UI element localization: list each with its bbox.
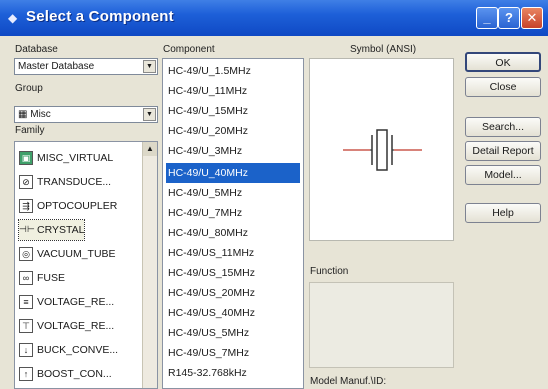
crystal-icon: ⊣⊢ <box>19 224 35 235</box>
window-title: Select a Component <box>26 8 174 25</box>
list-item[interactable]: HC-49/U_1.5MHz <box>166 61 300 81</box>
symbol-preview <box>309 58 454 241</box>
family-list[interactable]: ▣ MISC_VIRTUAL ⊘ TRANSDUCE... ⇶ OPTOCOUPLER… <box>14 141 158 389</box>
list-item-selected[interactable]: HC-49/U_40MHz <box>166 163 300 183</box>
select-component-dialog: ◆ Select a Component _ ? ✕ Database Mast… <box>0 0 548 389</box>
family-item[interactable]: ◎ VACUUM_TUBE <box>19 244 116 264</box>
search-button[interactable]: Search... <box>465 117 541 137</box>
list-item[interactable]: HC-49/U_5MHz <box>166 183 300 203</box>
family-item[interactable]: ≡ VOLTAGE_RE... <box>19 292 114 312</box>
list-item[interactable]: HC-49/U_7MHz <box>166 203 300 223</box>
misc-virtual-icon: ▣ <box>19 151 33 166</box>
crystal-symbol-icon <box>343 129 422 171</box>
family-item[interactable]: ∞ FUSE <box>19 268 65 288</box>
group-label: Group <box>15 83 43 94</box>
list-item[interactable]: HC-49/U_80MHz <box>166 223 300 243</box>
close-title-button[interactable]: ✕ <box>521 7 543 29</box>
detail-report-button[interactable]: Detail Report <box>465 141 541 161</box>
scroll-up-icon[interactable]: ▲ <box>143 142 157 156</box>
list-item[interactable]: R145-32.768kHz <box>166 363 300 383</box>
title-bar[interactable]: ◆ Select a Component _ ? ✕ <box>0 0 548 36</box>
database-label: Database <box>15 44 58 55</box>
help-button[interactable]: Help <box>465 203 541 223</box>
ok-button[interactable]: OK <box>465 52 541 72</box>
boost-converter-icon: ↑ <box>19 367 33 382</box>
model-button[interactable]: Model... <box>465 165 541 185</box>
family-item[interactable]: ↑ BOOST_CON... <box>19 364 112 384</box>
minimize-button[interactable]: _ <box>476 7 498 29</box>
list-item[interactable]: HC-49/US_40MHz <box>166 303 300 323</box>
optocoupler-icon: ⇶ <box>19 199 33 214</box>
family-item[interactable]: ⊤ VOLTAGE_RE... <box>19 316 114 336</box>
list-item[interactable]: HC-49/U_20MHz <box>166 121 300 141</box>
list-item[interactable]: HC-49/U_11MHz <box>166 81 300 101</box>
list-item[interactable]: HC-49/U_3MHz <box>166 141 300 161</box>
list-item[interactable]: HC-49/US_7MHz <box>166 343 300 363</box>
buck-converter-icon: ↓ <box>19 343 33 358</box>
model-manuf-label: Model Manuf.\ID: <box>310 376 387 387</box>
family-item[interactable]: ⇶ OPTOCOUPLER <box>19 196 117 216</box>
component-list[interactable]: HC-49/U_1.5MHz HC-49/U_11MHz HC-49/U_15M… <box>162 58 304 389</box>
voltage-regulator-icon: ≡ <box>19 295 33 310</box>
multisim-icon: ◆ <box>8 11 18 25</box>
symbol-label: Symbol (ANSI) <box>350 44 417 55</box>
family-item-selected[interactable]: ⊣⊢ CRYSTAL <box>17 219 86 241</box>
family-label: Family <box>15 125 45 136</box>
list-item[interactable]: HC-49/US_5MHz <box>166 323 300 343</box>
vacuum-tube-icon: ◎ <box>19 247 33 262</box>
list-item[interactable]: HC-49/US_20MHz <box>166 283 300 303</box>
function-label: Function <box>310 266 349 277</box>
family-item[interactable]: ↓ BUCK_CONVE... <box>19 340 118 360</box>
list-item[interactable]: HC-49/US_15MHz <box>166 263 300 283</box>
list-item[interactable]: HC-49/U_15MHz <box>166 101 300 121</box>
family-item[interactable]: ⊘ TRANSDUCE... <box>19 172 111 192</box>
help-title-button[interactable]: ? <box>498 7 520 29</box>
database-select[interactable]: Master Database ▼ <box>14 58 158 75</box>
database-value: Master Database <box>18 61 95 72</box>
group-select[interactable]: ▦ Misc ▼ <box>14 106 158 123</box>
misc-icon: ▦ <box>18 109 28 120</box>
fuse-icon: ∞ <box>19 271 33 286</box>
component-label: Component <box>163 44 215 55</box>
group-value: Misc <box>30 109 51 120</box>
close-button[interactable]: Close <box>465 77 541 97</box>
transducer-icon: ⊘ <box>19 175 33 190</box>
list-item[interactable]: HC-49/US_11MHz <box>166 243 300 263</box>
function-text <box>309 282 454 368</box>
family-scrollbar[interactable]: ▲ <box>142 142 157 388</box>
chevron-down-icon[interactable]: ▼ <box>143 108 156 121</box>
family-item[interactable]: ▣ MISC_VIRTUAL <box>19 148 113 168</box>
chevron-down-icon[interactable]: ▼ <box>143 60 156 73</box>
voltage-reference-icon: ⊤ <box>19 319 33 334</box>
